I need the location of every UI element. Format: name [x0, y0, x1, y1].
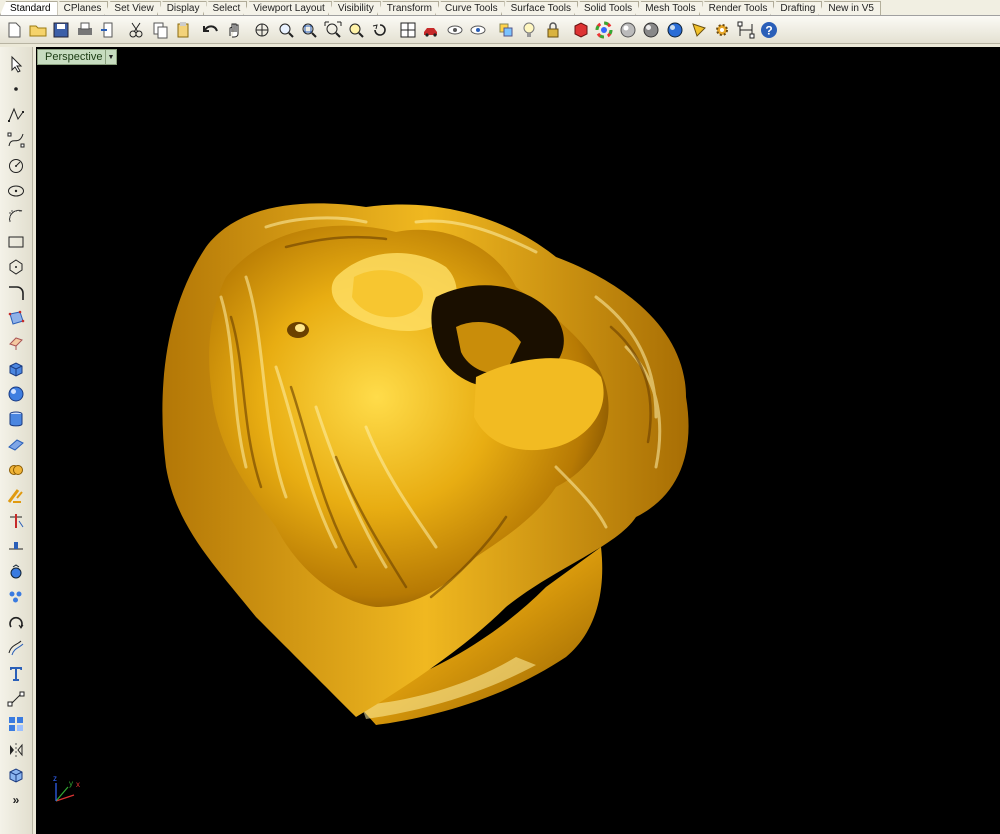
tab-standard[interactable]: Standard	[0, 1, 58, 15]
lock-icon[interactable]	[542, 19, 564, 41]
svg-text:»: »	[13, 793, 20, 807]
shaded-sphere-icon[interactable]	[617, 19, 639, 41]
arc-icon[interactable]	[5, 205, 27, 227]
ellipse-icon[interactable]	[5, 180, 27, 202]
standard-toolbar: ?	[0, 16, 1000, 44]
copy-icon[interactable]	[149, 19, 171, 41]
hide-objects-icon[interactable]	[444, 19, 466, 41]
color-wheel-icon[interactable]	[593, 19, 615, 41]
offset-icon[interactable]	[5, 637, 27, 659]
tab-curve-tools[interactable]: Curve Tools	[434, 1, 505, 15]
paste-icon[interactable]	[172, 19, 194, 41]
viewport-title-tab[interactable]: Perspective ▼	[37, 49, 117, 65]
tab-mesh-tools[interactable]: Mesh Tools	[635, 1, 703, 15]
tab-render-tools[interactable]: Render Tools	[698, 1, 775, 15]
circle-icon[interactable]	[5, 155, 27, 177]
rotate-view-icon[interactable]	[251, 19, 273, 41]
undo-view-icon[interactable]	[369, 19, 391, 41]
tab-cplanes[interactable]: CPlanes	[53, 1, 109, 15]
material-icon[interactable]	[570, 19, 592, 41]
more-tools-icon[interactable]: »	[5, 789, 27, 811]
array-icon[interactable]	[5, 586, 27, 608]
zoom-selected-icon[interactable]	[345, 19, 367, 41]
viewport-title: Perspective	[45, 51, 103, 63]
left-tool-palette: »	[0, 47, 33, 834]
car-object-icon[interactable]	[420, 19, 442, 41]
lion-ring-model[interactable]	[36, 47, 1000, 834]
tab-new-in-v5[interactable]: New in V5	[818, 1, 881, 15]
tab-solid-tools[interactable]: Solid Tools	[574, 1, 640, 15]
text-icon[interactable]	[5, 662, 27, 684]
point-icon[interactable]	[5, 78, 27, 100]
group-icon[interactable]	[5, 561, 27, 583]
tab-surface-tools[interactable]: Surface Tools	[500, 1, 578, 15]
zoom-window-icon[interactable]	[298, 19, 320, 41]
save-icon[interactable]	[50, 19, 72, 41]
axis-x-label: x	[76, 780, 80, 789]
curve-fillet-icon[interactable]	[5, 282, 27, 304]
polyline-icon[interactable]	[5, 104, 27, 126]
rendered-sphere-icon[interactable]	[640, 19, 662, 41]
render-cone-icon[interactable]	[688, 19, 710, 41]
tab-display[interactable]: Display	[156, 1, 207, 15]
options-gear-icon[interactable]	[711, 19, 733, 41]
four-viewports-icon[interactable]	[397, 19, 419, 41]
rotate-icon[interactable]	[5, 612, 27, 634]
layer-icon[interactable]	[495, 19, 517, 41]
rectangle-icon[interactable]	[5, 231, 27, 253]
surface-from-points-icon[interactable]	[5, 307, 27, 329]
polygon-icon[interactable]	[5, 256, 27, 278]
undo-icon[interactable]	[200, 19, 222, 41]
light-bulb-icon[interactable]	[518, 19, 540, 41]
show-objects-icon[interactable]	[467, 19, 489, 41]
cube-view-icon[interactable]	[5, 764, 27, 786]
tab-select[interactable]: Select	[202, 1, 248, 15]
curve-icon[interactable]	[5, 129, 27, 151]
dimension-tool-icon[interactable]	[5, 688, 27, 710]
extrude-icon[interactable]	[5, 332, 27, 354]
trim-icon[interactable]	[5, 510, 27, 532]
viewport-menu-arrow-icon[interactable]: ▼	[105, 50, 116, 64]
new-file-icon[interactable]	[3, 19, 25, 41]
perspective-viewport[interactable]: Perspective ▼ x y z	[36, 47, 1000, 834]
cylinder-icon[interactable]	[5, 408, 27, 430]
select-arrow-icon[interactable]	[5, 53, 27, 75]
help-icon[interactable]: ?	[758, 19, 780, 41]
box-solid-icon[interactable]	[5, 358, 27, 380]
dimension-icon[interactable]	[735, 19, 757, 41]
tab-viewport-layout[interactable]: Viewport Layout	[243, 1, 332, 15]
boolean-union-icon[interactable]	[5, 459, 27, 481]
tab-transform[interactable]: Transform	[376, 1, 439, 15]
blue-sphere-icon[interactable]	[664, 19, 686, 41]
cut-icon[interactable]	[125, 19, 147, 41]
plane-surface-icon[interactable]	[5, 434, 27, 456]
transform-block-icon[interactable]	[5, 713, 27, 735]
axis-y-label: y	[69, 779, 73, 788]
svg-text:?: ?	[766, 23, 773, 37]
tab-set-view[interactable]: Set View	[104, 1, 161, 15]
axis-z-label: z	[53, 774, 57, 783]
mirror-icon[interactable]	[5, 739, 27, 761]
toolbar-tab-strip: Standard CPlanes Set View Display Select View…	[0, 0, 1000, 16]
gumball-icon[interactable]	[5, 485, 27, 507]
zoom-dynamic-icon[interactable]	[275, 19, 297, 41]
zoom-extents-icon[interactable]	[322, 19, 344, 41]
tab-drafting[interactable]: Drafting	[770, 1, 823, 15]
split-icon[interactable]	[5, 535, 27, 557]
sphere-solid-icon[interactable]	[5, 383, 27, 405]
import-icon[interactable]	[97, 19, 119, 41]
tab-visibility[interactable]: Visibility	[327, 1, 381, 15]
print-icon[interactable]	[74, 19, 96, 41]
world-axes-icon: x y z	[53, 774, 80, 802]
open-folder-icon[interactable]	[27, 19, 49, 41]
pan-hand-icon[interactable]	[223, 19, 245, 41]
